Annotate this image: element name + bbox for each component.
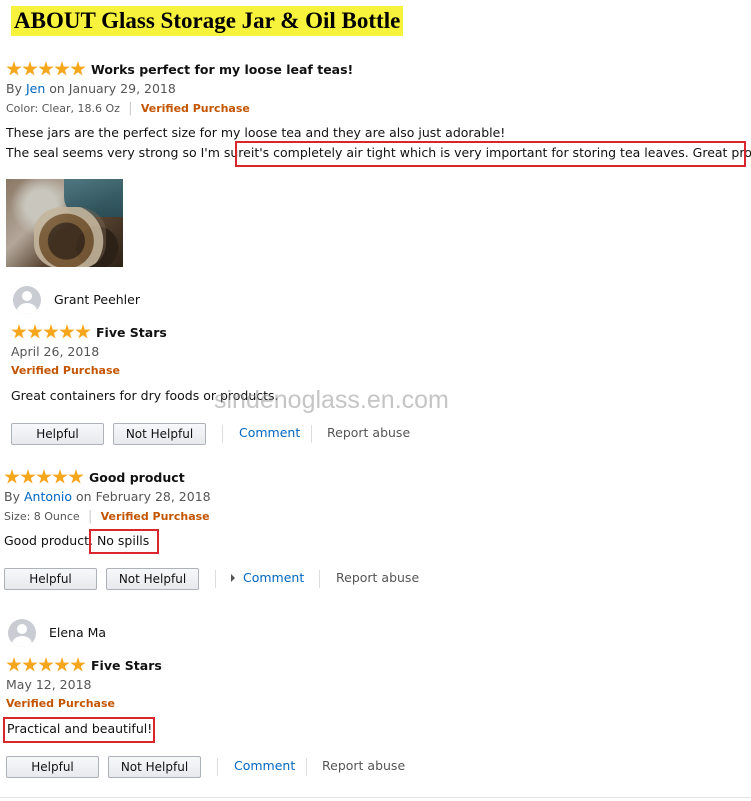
divider — [0, 797, 751, 798]
star-icon — [70, 61, 86, 76]
review-photo[interactable] — [6, 179, 123, 267]
star-icon — [54, 61, 70, 76]
review-date: May 12, 2018 — [6, 677, 92, 692]
star-icon — [59, 324, 75, 339]
by-label: By — [6, 81, 22, 96]
comment-link[interactable]: Comment — [239, 425, 300, 440]
divider — [311, 425, 312, 443]
review-text: Good product. — [4, 533, 93, 548]
star-icon — [20, 469, 36, 484]
star-rating — [6, 657, 86, 673]
divider — [217, 758, 218, 776]
review-title[interactable]: Good product — [89, 470, 185, 485]
review-date: on February 28, 2018 — [76, 489, 211, 504]
review-text: The seal seems very strong so I'm sure — [6, 145, 251, 160]
star-icon — [38, 657, 54, 672]
avatar-shoulders — [17, 303, 37, 314]
star-icon — [38, 61, 54, 76]
review-byline: By Jen on January 29, 2018 — [6, 81, 176, 96]
review-body-line: These jars are the perfect size for my l… — [6, 125, 506, 140]
highlight-box — [3, 717, 155, 743]
comment-link[interactable]: Comment — [234, 758, 295, 773]
comment-link[interactable]: Comment — [243, 570, 304, 585]
photo-jar — [34, 207, 106, 267]
star-icon — [6, 61, 22, 76]
star-icon — [43, 324, 59, 339]
avatar — [13, 286, 41, 314]
verified-badge: Verified Purchase — [100, 510, 210, 523]
by-label: By — [4, 489, 20, 504]
star-icon — [54, 657, 70, 672]
author-link[interactable]: Jen — [26, 81, 45, 96]
review-title[interactable]: Works perfect for my loose leaf teas! — [91, 62, 353, 77]
star-icon — [6, 657, 22, 672]
review-date: April 26, 2018 — [11, 344, 100, 359]
highlight-box — [235, 141, 746, 167]
page-title: ABOUT Glass Storage Jar & Oil Bottle — [11, 6, 404, 36]
watermark: sindenoglass.en.com — [214, 386, 449, 414]
star-icon — [68, 469, 84, 484]
variant-label[interactable]: Size: 8 Ounce — [4, 510, 80, 523]
review-meta: Color: Clear, 18.6 Oz | Verified Purchas… — [6, 101, 250, 116]
reviewer-name[interactable]: Elena Ma — [49, 625, 106, 640]
star-icon — [11, 324, 27, 339]
divider — [319, 570, 320, 588]
review-byline: By Antonio on February 28, 2018 — [4, 489, 211, 504]
caret-right-icon — [231, 574, 235, 582]
star-icon — [4, 469, 20, 484]
avatar-head — [17, 624, 27, 634]
star-rating — [6, 61, 86, 77]
avatar — [8, 619, 36, 647]
verified-badge: Verified Purchase — [11, 364, 120, 377]
helpful-button[interactable]: Helpful — [6, 756, 99, 778]
star-icon — [22, 61, 38, 76]
author-link[interactable]: Antonio — [24, 489, 72, 504]
review-date: on January 29, 2018 — [49, 81, 176, 96]
star-icon — [27, 324, 43, 339]
not-helpful-button[interactable]: Not Helpful — [113, 423, 206, 445]
review-title[interactable]: Five Stars — [96, 325, 167, 340]
star-icon — [22, 657, 38, 672]
reviewer-name[interactable]: Grant Peehler — [54, 292, 140, 307]
divider — [222, 425, 223, 443]
divider — [306, 758, 307, 776]
star-rating — [11, 324, 91, 340]
review-title[interactable]: Five Stars — [91, 658, 162, 673]
star-icon — [52, 469, 68, 484]
star-icon — [70, 657, 86, 672]
report-abuse-link[interactable]: Report abuse — [336, 570, 419, 585]
divider: | — [83, 509, 97, 524]
star-icon — [75, 324, 91, 339]
helpful-button[interactable]: Helpful — [11, 423, 104, 445]
report-abuse-link[interactable]: Report abuse — [327, 425, 410, 440]
avatar-head — [22, 291, 32, 301]
star-rating — [4, 469, 84, 485]
avatar-shoulders — [12, 636, 32, 647]
variant-label[interactable]: Color: Clear, 18.6 Oz — [6, 102, 120, 115]
not-helpful-button[interactable]: Not Helpful — [106, 568, 199, 590]
report-abuse-link[interactable]: Report abuse — [322, 758, 405, 773]
verified-badge: Verified Purchase — [6, 697, 115, 710]
divider — [215, 570, 216, 588]
divider: | — [124, 101, 137, 116]
highlight-box — [89, 529, 159, 554]
not-helpful-button[interactable]: Not Helpful — [108, 756, 201, 778]
helpful-button[interactable]: Helpful — [4, 568, 97, 590]
star-icon — [36, 469, 52, 484]
verified-badge: Verified Purchase — [140, 102, 250, 115]
review-meta: Size: 8 Ounce | Verified Purchase — [4, 509, 210, 524]
